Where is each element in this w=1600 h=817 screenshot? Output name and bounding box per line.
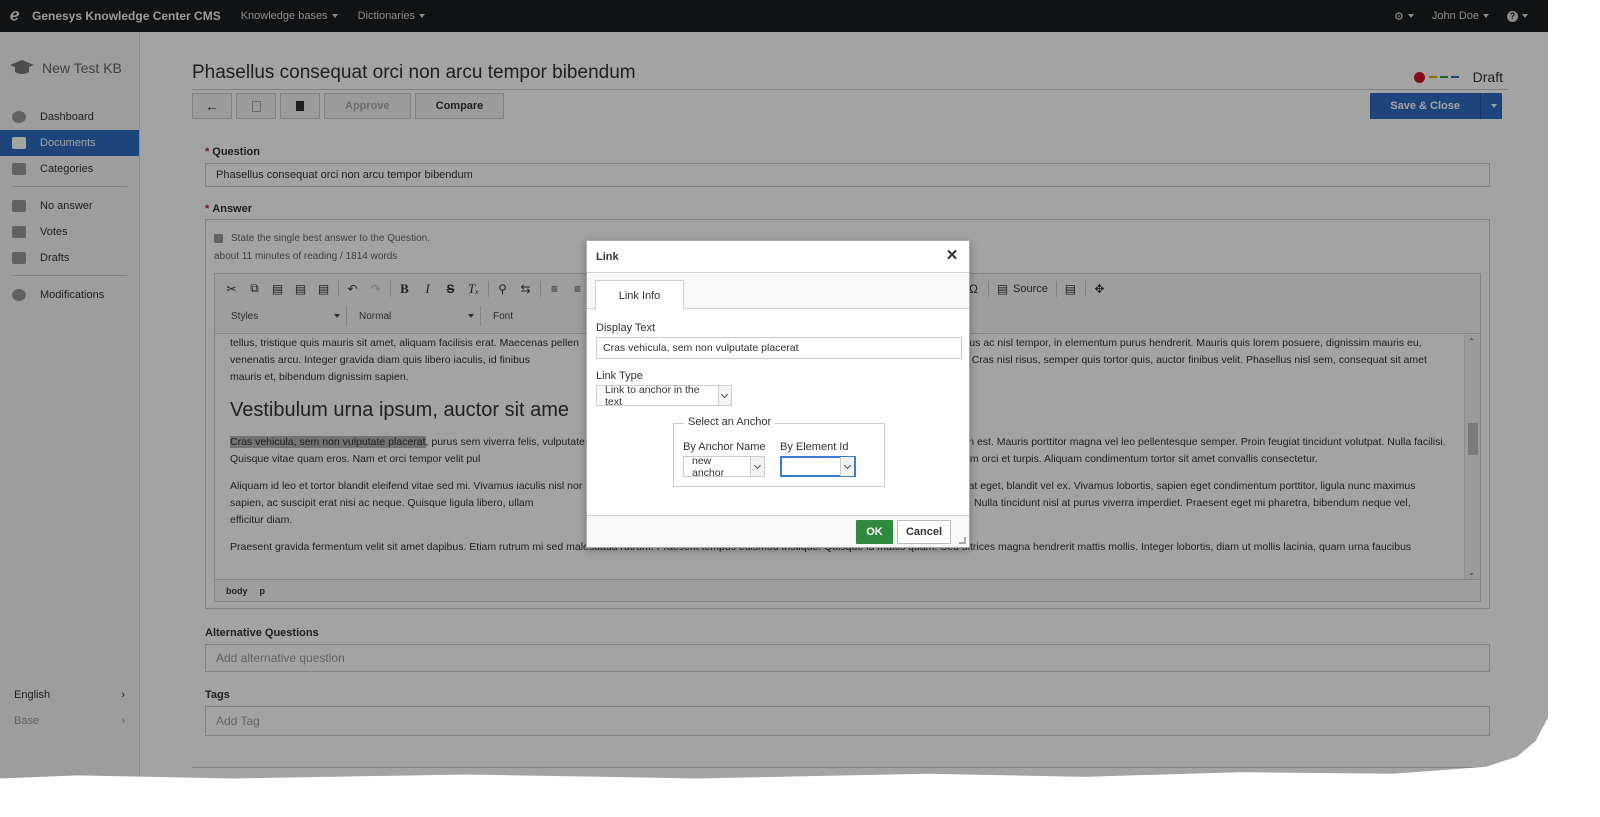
link-type-select[interactable]: Link to anchor in the text — [596, 384, 732, 408]
app-window: ℯ Genesys Knowledge Center CMS Knowledge… — [0, 0, 1548, 779]
by-anchor-name-label: By Anchor Name — [683, 441, 766, 453]
chevron-down-icon — [717, 386, 731, 405]
link-dialog: Link ✕ Link Info Display Text Cras vehic… — [586, 240, 970, 548]
display-text-input[interactable]: Cras vehicula, sem non vulputate placera… — [596, 337, 962, 359]
anchor-fieldset: Select an Anchor By Anchor Name new anch… — [673, 416, 885, 487]
dialog-tabs: Link Info — [587, 273, 969, 310]
tab-link-info[interactable]: Link Info — [595, 280, 684, 310]
link-type-label: Link Type — [596, 370, 643, 382]
by-element-id-label: By Element Id — [780, 441, 849, 453]
ok-button[interactable]: OK — [856, 520, 893, 544]
anchor-name-select[interactable]: new anchor — [683, 455, 765, 479]
dialog-footer: OK Cancel — [587, 515, 969, 547]
dialog-body: Display Text Cras vehicula, sem non vulp… — [587, 309, 969, 517]
close-icon[interactable]: ✕ — [945, 248, 959, 263]
resize-handle-icon[interactable] — [959, 537, 966, 544]
cancel-button[interactable]: Cancel — [897, 520, 951, 544]
chevron-down-icon — [840, 457, 854, 476]
anchor-legend: Select an Anchor — [684, 416, 776, 428]
dialog-title: Link — [596, 250, 619, 263]
display-text-label: Display Text — [596, 322, 656, 334]
chevron-down-icon — [750, 457, 764, 476]
dialog-header: Link ✕ — [587, 241, 969, 273]
element-id-select[interactable] — [780, 456, 856, 477]
